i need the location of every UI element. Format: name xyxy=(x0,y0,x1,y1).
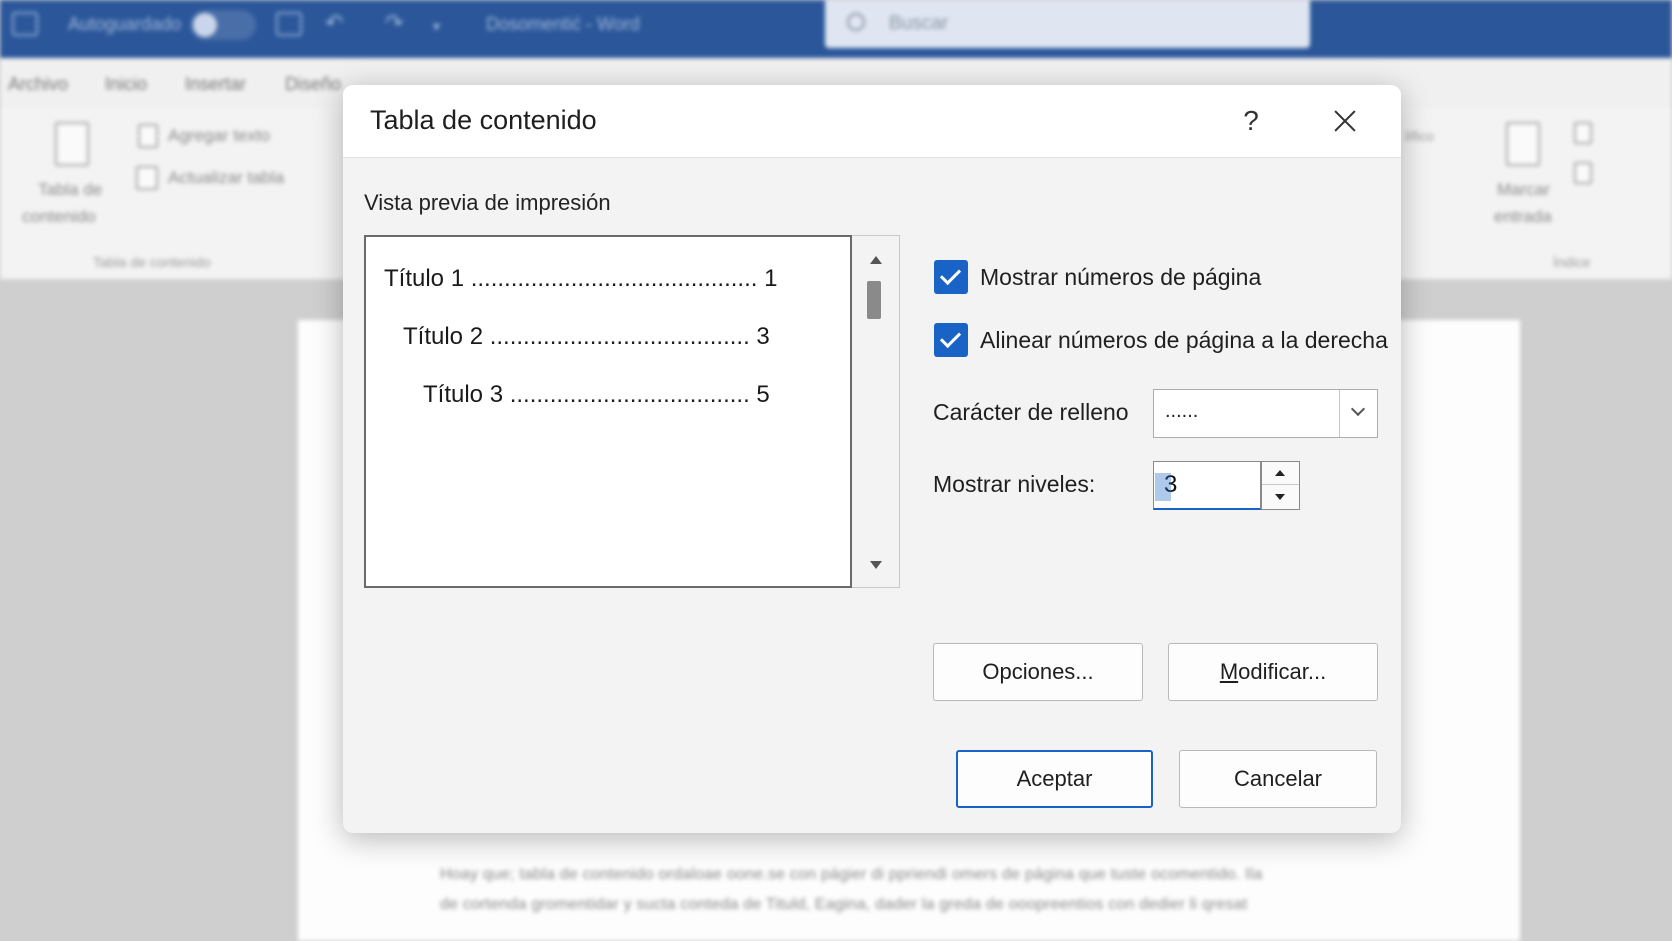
scroll-thumb[interactable] xyxy=(867,281,881,319)
vertical-ruler xyxy=(6,290,22,941)
update-table-icon xyxy=(136,166,158,190)
toc-button-line1[interactable]: Tabla de xyxy=(38,180,102,200)
add-text-button[interactable]: Agregar texto xyxy=(168,126,270,146)
align-right-option[interactable]: Alinear números de página a la derecha xyxy=(934,322,1388,358)
index-update-icon[interactable] xyxy=(1574,162,1592,184)
mark-entry-icon xyxy=(1506,122,1540,166)
preview-heading-3: Título 3 ...............................… xyxy=(423,381,770,408)
index-group-label: Índice xyxy=(1553,254,1591,270)
menu-diseno[interactable]: Diseño xyxy=(285,74,341,95)
show-page-numbers-label: Mostrar números de página xyxy=(980,263,1262,290)
add-text-icon xyxy=(138,124,158,148)
print-preview-box: Título 1 ...............................… xyxy=(364,235,852,588)
chevron-down-icon[interactable] xyxy=(1350,401,1366,417)
toc-icon xyxy=(55,122,89,166)
show-levels-label: Mostrar niveles: xyxy=(933,471,1096,497)
modify-button[interactable]: Modificar... xyxy=(1168,643,1378,701)
increment-icon[interactable] xyxy=(1262,462,1299,485)
autosave-toggle[interactable] xyxy=(190,10,256,40)
scroll-up-icon[interactable] xyxy=(870,256,882,264)
search-icon xyxy=(847,13,865,31)
search-box[interactable]: Buscar xyxy=(825,0,1310,48)
align-right-label: Alinear números de página a la derecha xyxy=(980,326,1388,353)
text-selection-highlight xyxy=(1155,473,1171,501)
mark-entry-line1[interactable]: Marcar xyxy=(1497,180,1550,200)
ok-button[interactable]: Aceptar xyxy=(956,750,1153,808)
align-right-checkbox[interactable] xyxy=(934,323,968,357)
menu-archivo[interactable]: Archivo xyxy=(8,74,68,95)
document-text-line-1: Hoay que; tabla de contenido ordaloae oo… xyxy=(440,866,1263,883)
update-table-button[interactable]: Actualizar tabla xyxy=(168,168,284,188)
toc-group-label: Tabla de contenido xyxy=(93,254,211,270)
dialog-title: Tabla de contenido xyxy=(370,105,597,135)
show-page-numbers-option[interactable]: Mostrar números de página xyxy=(934,259,1261,295)
preview-scrollbar[interactable] xyxy=(852,235,900,588)
menu-insertar[interactable]: Insertar xyxy=(185,74,246,95)
menu-inicio[interactable]: Inicio xyxy=(105,74,147,95)
document-title: Dosomentić - Word xyxy=(486,14,640,34)
preview-heading-1: Título 1 ...............................… xyxy=(384,265,778,292)
index-insert-icon[interactable] xyxy=(1574,122,1592,144)
document-text-line-2: de cortenda gromentidar y sucta conteda … xyxy=(440,896,1248,913)
help-button[interactable]: ? xyxy=(1233,101,1269,141)
fill-char-label: Carácter de relleno xyxy=(933,399,1129,425)
show-page-numbers-checkbox[interactable] xyxy=(934,260,968,294)
save-icon[interactable] xyxy=(276,12,302,36)
decrement-icon[interactable] xyxy=(1262,486,1299,509)
title-bar: Autoguardado ↶ ↷ ▾ Dosomentić - Word Bus… xyxy=(0,0,1672,58)
toc-dialog: Tabla de contenido ? Vista previa de imp… xyxy=(343,85,1401,833)
select-divider xyxy=(1339,390,1340,437)
cancel-button[interactable]: Cancelar xyxy=(1179,750,1377,808)
search-placeholder: Buscar xyxy=(889,13,949,34)
preview-heading-2: Título 2 ...............................… xyxy=(403,323,770,350)
fill-char-select[interactable]: ...... xyxy=(1153,389,1378,438)
dialog-header: Tabla de contenido ? xyxy=(343,85,1401,158)
toggle-knob xyxy=(193,13,217,37)
close-icon[interactable] xyxy=(1325,101,1365,141)
print-preview-label: Vista previa de impresión xyxy=(364,190,611,215)
fill-char-value: ...... xyxy=(1165,400,1199,422)
scroll-down-icon[interactable] xyxy=(870,561,882,569)
show-levels-stepper[interactable] xyxy=(1261,461,1300,510)
partial-ribbon-label: lífico xyxy=(1405,128,1434,144)
undo-icon[interactable]: ↶ xyxy=(325,10,343,36)
redo-icon[interactable]: ↷ xyxy=(385,10,403,36)
word-app-icon xyxy=(12,12,38,36)
options-button[interactable]: Opciones... xyxy=(933,643,1143,701)
toc-button-line2[interactable]: contenido xyxy=(22,207,96,227)
autosave-label: Autoguardado xyxy=(68,14,182,34)
mark-entry-line2[interactable]: entrada xyxy=(1494,207,1552,227)
quick-access-dropdown-icon[interactable]: ▾ xyxy=(433,18,440,35)
